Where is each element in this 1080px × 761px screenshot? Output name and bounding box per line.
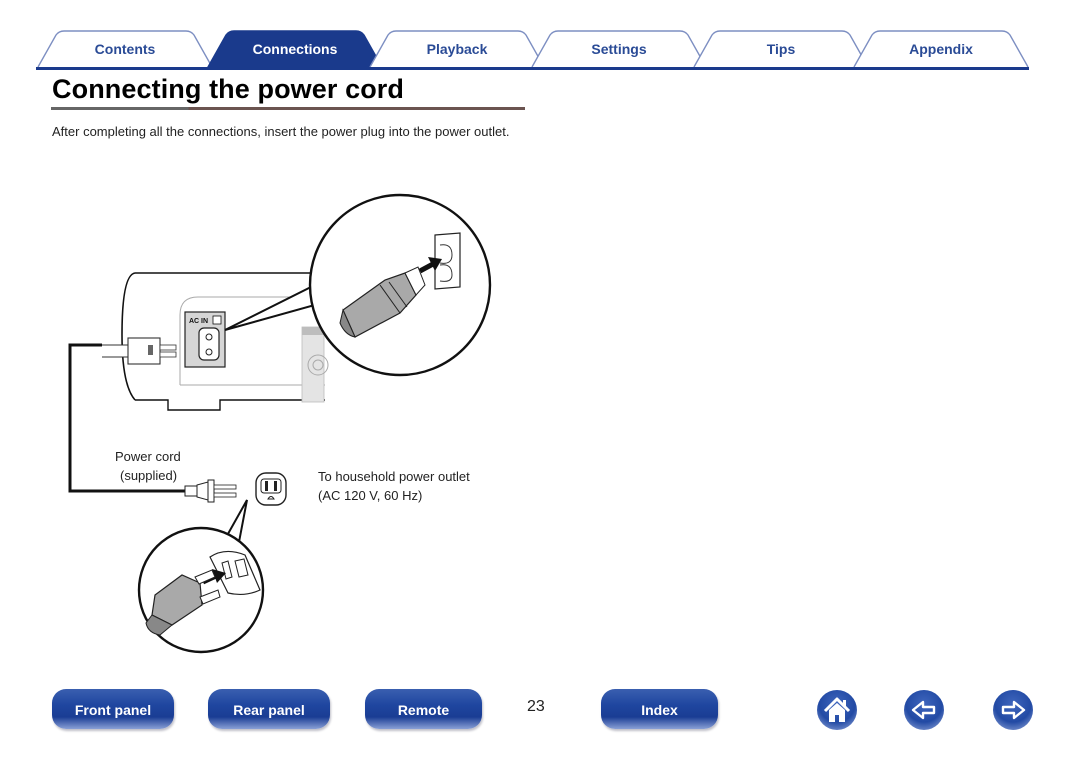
tab-playback[interactable]: Playback [368, 30, 546, 67]
us-outlet [255, 472, 287, 506]
tab-label: Contents [94, 41, 156, 57]
tab-appendix[interactable]: Appendix [852, 30, 1030, 67]
callout-us-plug-zoom [137, 499, 265, 654]
tab-settings[interactable]: Settings [530, 30, 708, 67]
tab-label: Connections [252, 41, 338, 57]
tab-contents[interactable]: Contents [36, 30, 214, 67]
tab-label: Appendix [909, 41, 973, 57]
remote-button[interactable]: Remote [365, 689, 482, 729]
callout-ac-inlet-zoom [224, 193, 492, 377]
forward-button[interactable] [993, 690, 1033, 730]
tab-tips[interactable]: Tips [692, 30, 870, 67]
power-cord-illustration: AC IN Power cord (supplied) To household… [60, 185, 500, 660]
tab-label: Settings [591, 41, 647, 57]
tab-connections[interactable]: Connections [206, 30, 384, 67]
tab-bar: Contents Connections Playback Settings T… [36, 30, 1029, 70]
rear-panel-button[interactable]: Rear panel [208, 689, 330, 729]
cord-connector [102, 337, 177, 365]
connection-diagram: AC IN Power cord (supplied) To household… [68, 193, 492, 654]
tab-bar-underline [36, 67, 1029, 70]
title-underline [51, 107, 525, 110]
back-button[interactable] [904, 690, 944, 730]
arrow-left-icon [911, 700, 936, 720]
tab-label: Playback [426, 41, 488, 57]
home-icon [823, 697, 851, 722]
power-cord-label: Power cord [115, 449, 181, 464]
arrow-right-icon [1001, 700, 1026, 720]
us-plug [184, 479, 237, 503]
intro-text: After completing all the connections, in… [52, 124, 510, 139]
index-button[interactable]: Index [601, 689, 718, 729]
tab-label: Tips [766, 41, 796, 57]
power-cord-supplied-label: (supplied) [120, 468, 177, 483]
outlet-label: To household power outlet [318, 469, 470, 484]
page-title: Connecting the power cord [52, 74, 405, 104]
page-number: 23 [527, 698, 545, 715]
ac-in-label: AC IN [189, 318, 208, 325]
home-button[interactable] [817, 690, 857, 730]
outlet-spec-label: (AC 120 V, 60 Hz) [318, 488, 422, 503]
front-panel-button[interactable]: Front panel [52, 689, 174, 729]
ac-in-socket: AC IN [184, 311, 226, 368]
